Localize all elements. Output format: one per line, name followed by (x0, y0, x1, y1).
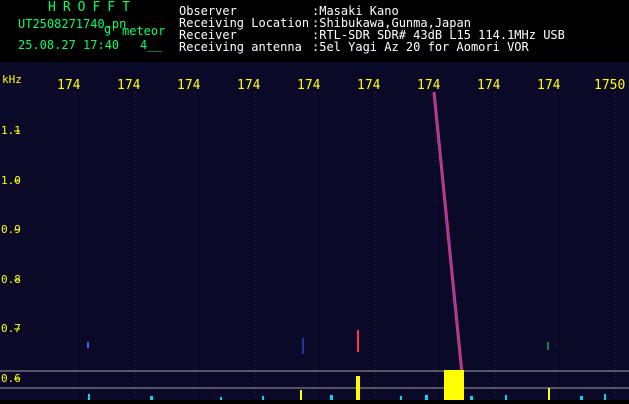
date-time: 25.08.27 17:40 (18, 38, 120, 52)
x-tick-label: 174 (537, 78, 561, 93)
antenna-value: :5el Yagi Az 20 for Aomori VOR (312, 40, 529, 54)
signal-bar (356, 376, 360, 400)
spectrogram-plot (0, 62, 629, 400)
x-tick-label: 174 (117, 78, 141, 93)
x-tick-label: 174 (357, 78, 381, 93)
x-tick-label: 174 (237, 78, 261, 93)
app-logo: HROFFT (48, 0, 137, 15)
x-tick-label: 174 (57, 78, 81, 93)
y-tick-label: 1.1 (1, 124, 21, 137)
y-tick-label: 0.6 (1, 372, 21, 385)
y-unit-label: kHz (2, 73, 22, 86)
y-tick-marks (14, 130, 20, 380)
y-tick-label: 0.7 (1, 322, 21, 335)
mode-label: meteor (122, 24, 166, 38)
file-extension: g (104, 22, 112, 36)
x-tick-label: 174 (177, 78, 201, 93)
x-tick-label: 174 (297, 78, 321, 93)
noise-floor (88, 394, 606, 400)
x-tick-label: 1750 (594, 78, 626, 93)
header-panel: HROFFT UT2508271740.pn g meteor 25.08.27… (0, 0, 629, 62)
vertical-gridlines (74, 92, 616, 400)
signal-bar (300, 390, 302, 400)
antenna-label: Receiving antenna (179, 40, 302, 54)
spectrogram-canvas (0, 91, 629, 400)
y-tick-label: 1.0 (1, 174, 21, 187)
signal-bar (548, 388, 550, 400)
x-tick-label: 174 (417, 78, 441, 93)
x-tick-label: 174 (477, 78, 501, 93)
meteor-trace-inner (433, 91, 463, 375)
signal-block (444, 370, 464, 400)
y-tick-label: 0.9 (1, 223, 21, 236)
y-tick-label: 0.8 (1, 273, 21, 286)
count-value: 4__ (140, 38, 162, 52)
